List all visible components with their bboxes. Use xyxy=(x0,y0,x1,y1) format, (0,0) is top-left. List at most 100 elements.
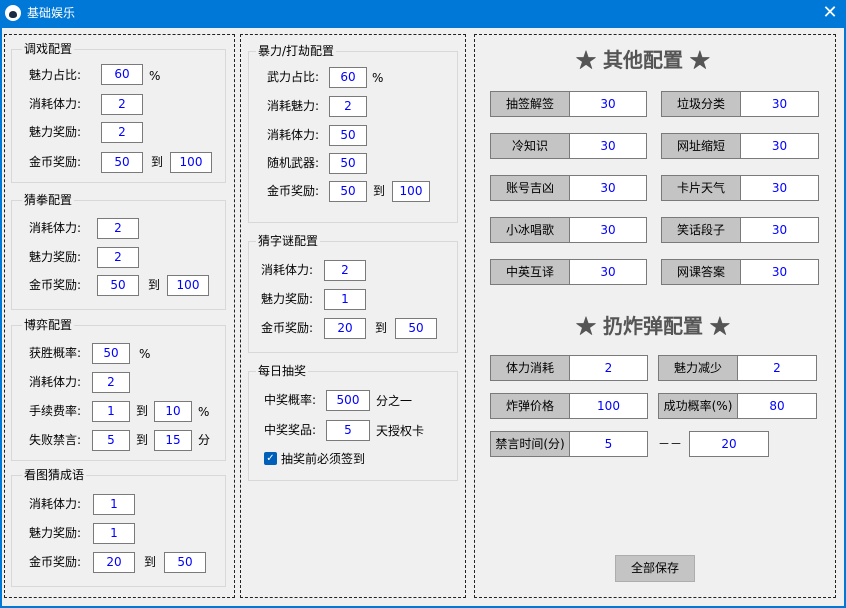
other-label: 中英互译 xyxy=(490,259,570,285)
label: 手续费率: xyxy=(29,404,82,418)
label: 魅力奖励: xyxy=(261,292,314,306)
other-value-input[interactable]: 30 xyxy=(740,133,819,159)
bomb-label: 魅力减少 xyxy=(658,355,738,381)
window-client: 调戏配置 魅力占比: 60 % 消耗体力: 2 魅力奖励: 2 金币奖励: 50… xyxy=(2,28,844,606)
mute-min-input[interactable]: 5 xyxy=(92,430,130,451)
mute-min-input[interactable]: 5 xyxy=(569,431,648,457)
stamina-cost-input[interactable]: 2 xyxy=(92,372,130,393)
label: 消耗体力: xyxy=(29,97,82,111)
prize-days-input[interactable]: 5 xyxy=(326,420,370,441)
label: 消耗体力: xyxy=(29,221,82,235)
label: 金币奖励: xyxy=(29,155,82,169)
coin-max-input[interactable]: 50 xyxy=(164,552,206,573)
right-panel: ★ 其他配置 ★ 抽签解签 30 垃圾分类 30 冷知识 30 网址缩短 30 … xyxy=(474,34,836,598)
fee-max-input[interactable]: 10 xyxy=(154,401,192,422)
close-icon[interactable]: ✕ xyxy=(818,2,842,24)
fee-min-input[interactable]: 1 xyxy=(92,401,130,422)
other-config-title: ★ 其他配置 ★ xyxy=(576,48,710,72)
other-label: 网址缩短 xyxy=(661,133,741,159)
other-value-input[interactable]: 30 xyxy=(569,91,647,117)
other-label: 小冰唱歌 xyxy=(490,217,570,243)
other-value-input[interactable]: 30 xyxy=(740,259,819,285)
win-rate-input[interactable]: 50 xyxy=(92,343,130,364)
coin-max-input[interactable]: 50 xyxy=(395,318,437,339)
to-label: 到 xyxy=(136,433,149,447)
other-label: 账号吉凶 xyxy=(490,175,570,201)
other-label: 垃圾分类 xyxy=(661,91,741,117)
unit: % xyxy=(372,71,384,85)
unit: 分 xyxy=(198,433,211,447)
charm-reward-input[interactable]: 1 xyxy=(93,523,135,544)
other-value-input[interactable]: 30 xyxy=(740,175,819,201)
coin-max-input[interactable]: 100 xyxy=(167,275,209,296)
other-value-input[interactable]: 30 xyxy=(740,91,819,117)
title-bar: 基础娱乐 ✕ xyxy=(0,0,846,28)
checkbox-label[interactable]: 抽奖前必须签到 xyxy=(281,452,365,466)
charm-reward-input[interactable]: 1 xyxy=(324,289,366,310)
coin-min-input[interactable]: 20 xyxy=(324,318,366,339)
coin-max-input[interactable]: 100 xyxy=(392,181,430,202)
unit: % xyxy=(198,405,210,419)
group-title-tiaoxi: 调戏配置 xyxy=(22,42,75,56)
window-title: 基础娱乐 xyxy=(27,6,76,20)
bomb-label: 禁言时间(分) xyxy=(490,431,570,457)
stamina-cost-input[interactable]: 2 xyxy=(97,218,139,239)
stamina-cost-input[interactable]: 2 xyxy=(101,94,143,115)
coin-min-input[interactable]: 50 xyxy=(97,275,139,296)
label: 消耗体力: xyxy=(29,497,82,511)
charm-reward-input[interactable]: 2 xyxy=(97,247,139,268)
other-label: 网课答案 xyxy=(661,259,741,285)
kantu-group: 看图猜成语 消耗体力: 1 魅力奖励: 1 金币奖励: 20 到 50 xyxy=(11,468,226,587)
unit: 天授权卡 xyxy=(376,424,425,438)
coin-max-input[interactable]: 100 xyxy=(170,152,212,173)
other-value-input[interactable]: 30 xyxy=(569,259,647,285)
other-value-input[interactable]: 30 xyxy=(569,175,647,201)
boyi-group: 博弈配置 获胜概率: 50 % 消耗体力: 2 手续费率: 1 到 10 % 失… xyxy=(11,318,226,461)
to-label: 到 xyxy=(136,404,149,418)
stamina-cost-input[interactable]: 2 xyxy=(569,355,648,381)
unit: % xyxy=(139,347,151,361)
stamina-cost-input[interactable]: 2 xyxy=(324,260,366,281)
bomb-price-input[interactable]: 100 xyxy=(569,393,648,419)
other-label: 抽签解签 xyxy=(490,91,570,117)
charm-decrease-input[interactable]: 2 xyxy=(737,355,817,381)
other-label: 卡片天气 xyxy=(661,175,741,201)
mute-max-input[interactable]: 20 xyxy=(689,431,769,457)
other-value-input[interactable]: 30 xyxy=(569,217,647,243)
baoli-group: 暴力/打劫配置 武力占比: 60 % 消耗魅力: 2 消耗体力: 50 随机武器… xyxy=(248,44,458,223)
bomb-config-title: ★ 扔炸弹配置 ★ xyxy=(576,314,730,338)
other-value-input[interactable]: 30 xyxy=(740,217,819,243)
label: 魅力奖励: xyxy=(29,526,82,540)
to-label: 到 xyxy=(148,278,161,292)
charm-cost-input[interactable]: 2 xyxy=(329,96,367,117)
coin-min-input[interactable]: 50 xyxy=(329,181,367,202)
force-ratio-input[interactable]: 60 xyxy=(329,67,367,88)
range-separator: －－ xyxy=(658,437,683,451)
label: 消耗体力: xyxy=(261,263,314,277)
other-value-input[interactable]: 30 xyxy=(569,133,647,159)
success-rate-input[interactable]: 80 xyxy=(737,393,817,419)
coin-min-input[interactable]: 50 xyxy=(101,152,143,173)
stamina-cost-input[interactable]: 1 xyxy=(93,494,135,515)
bomb-label: 体力消耗 xyxy=(490,355,570,381)
label: 金币奖励: xyxy=(261,321,314,335)
sign-in-required-checkbox[interactable]: ✓ xyxy=(264,452,277,465)
stamina-cost-input[interactable]: 50 xyxy=(329,125,367,146)
save-all-button[interactable]: 全部保存 xyxy=(615,555,695,582)
unit: 分之一 xyxy=(376,394,413,408)
group-title-choujiang: 每日抽奖 xyxy=(256,364,309,378)
mute-max-input[interactable]: 15 xyxy=(154,430,192,451)
label: 魅力占比: xyxy=(29,68,82,82)
bomb-label: 炸弹价格 xyxy=(490,393,570,419)
to-label: 到 xyxy=(151,155,164,169)
label: 消耗魅力: xyxy=(267,99,320,113)
charm-reward-input[interactable]: 2 xyxy=(101,122,143,143)
random-weapon-input[interactable]: 50 xyxy=(329,153,367,174)
charm-ratio-input[interactable]: 60 xyxy=(101,64,143,85)
coin-min-input[interactable]: 20 xyxy=(93,552,135,573)
to-label: 到 xyxy=(373,184,386,198)
win-probability-input[interactable]: 500 xyxy=(326,390,370,411)
label: 魅力奖励: xyxy=(29,250,82,264)
label: 消耗体力: xyxy=(267,128,320,142)
app-icon xyxy=(5,5,21,21)
